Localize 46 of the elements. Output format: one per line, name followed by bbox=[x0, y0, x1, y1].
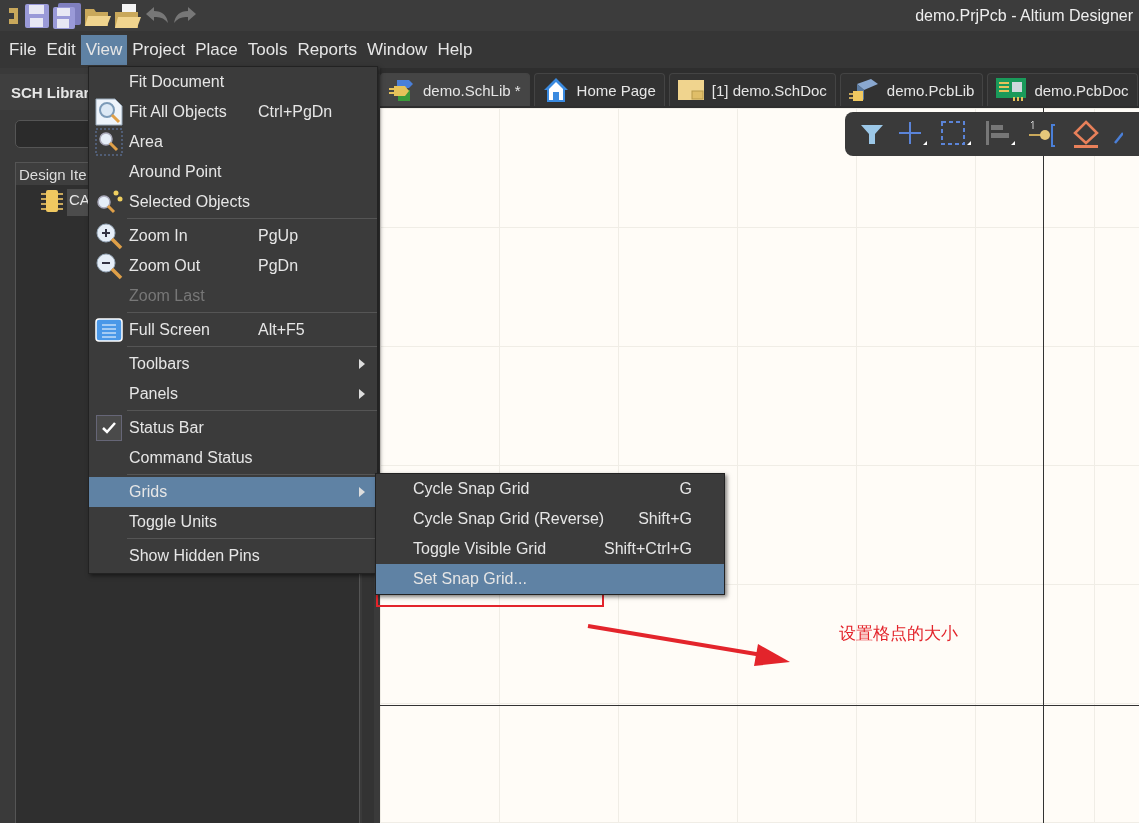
menu-bar-item[interactable]: Place bbox=[190, 34, 243, 65]
menu-bar-item[interactable]: Edit bbox=[41, 34, 81, 65]
zoom-page-icon bbox=[95, 98, 123, 126]
zoom-out-icon bbox=[95, 252, 123, 280]
chip-icon bbox=[40, 189, 64, 213]
document-tab[interactable]: Home Page bbox=[533, 73, 665, 106]
menu-bar-item[interactable]: File bbox=[4, 34, 42, 65]
window-title: demo.PrjPcb - Altium Designer bbox=[915, 6, 1133, 25]
panel-title: SCH Librar bbox=[11, 83, 90, 101]
menu-item[interactable]: Panels bbox=[89, 379, 377, 409]
menu-item[interactable]: Around Point bbox=[89, 157, 377, 187]
save-icon[interactable] bbox=[24, 2, 50, 29]
document-tab[interactable]: demo.SchLib * bbox=[380, 73, 530, 106]
circuit-board-icon bbox=[996, 78, 1027, 102]
menu-item[interactable]: Command Status bbox=[89, 443, 377, 473]
menu-item[interactable]: Selected Objects bbox=[89, 187, 377, 217]
zoom-in-icon bbox=[95, 222, 123, 250]
menu-item[interactable]: Area bbox=[89, 127, 377, 157]
filter-icon[interactable] bbox=[859, 122, 885, 146]
diamond-icon[interactable] bbox=[1071, 119, 1101, 149]
document-icon bbox=[677, 80, 704, 100]
document-tab[interactable]: demo.PcbDoc bbox=[987, 73, 1138, 106]
submenu-arrow-icon bbox=[359, 487, 365, 497]
menu-item[interactable]: Fit Document bbox=[89, 67, 377, 97]
menu-item[interactable]: Zoom Out PgDn bbox=[89, 251, 377, 281]
document-tab[interactable]: [1] demo.SchDoc bbox=[668, 73, 836, 106]
zoom-selection-icon bbox=[94, 189, 124, 215]
full-screen-icon bbox=[95, 318, 123, 342]
home-icon bbox=[542, 77, 569, 103]
menu-bar-item[interactable]: Tools bbox=[242, 34, 293, 65]
menu-bar-item[interactable]: Reports bbox=[292, 34, 362, 65]
annotation-text: 设置格点的大小 bbox=[839, 622, 958, 645]
document-tab[interactable]: demo.PcbLib bbox=[839, 73, 984, 106]
submenu-arrow-icon bbox=[359, 389, 365, 399]
menu-item[interactable]: Toggle Units bbox=[89, 507, 377, 537]
menu-bar-item[interactable]: Window bbox=[361, 34, 433, 65]
menu-bar-item[interactable]: Help bbox=[432, 34, 478, 65]
menu-bar-item[interactable]: Project bbox=[127, 34, 191, 65]
open-document-icon[interactable] bbox=[114, 2, 142, 29]
zoom-area-icon bbox=[95, 128, 123, 156]
save-all-icon[interactable] bbox=[52, 2, 82, 29]
submenu-arrow-icon bbox=[359, 359, 365, 369]
column-header: Design Ite bbox=[19, 165, 87, 183]
schematic-library-icon bbox=[389, 78, 415, 102]
menu-item[interactable]: Fit All Objects Ctrl+PgDn bbox=[89, 97, 377, 127]
component-icon bbox=[848, 78, 879, 102]
